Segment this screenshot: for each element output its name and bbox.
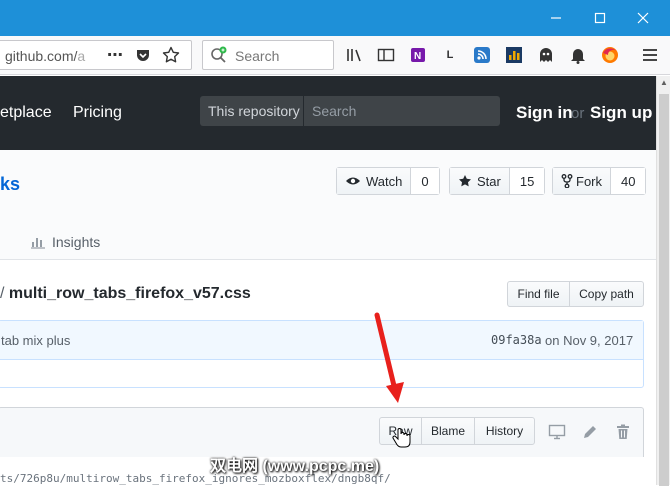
star-label: Star bbox=[477, 173, 501, 189]
watch-button[interactable]: Watch bbox=[337, 168, 412, 194]
sidebar-glyph bbox=[377, 48, 395, 62]
url-bar[interactable]: github.com/a ⋯ bbox=[0, 40, 192, 70]
commit-date: on Nov 9, 2017 bbox=[545, 333, 634, 348]
stats-glyph bbox=[506, 47, 522, 63]
svg-text:N: N bbox=[414, 51, 421, 62]
history-button[interactable]: History bbox=[474, 417, 535, 445]
star-icon bbox=[459, 175, 471, 187]
repo-search[interactable]: This repository Search bbox=[200, 96, 500, 126]
watch-label: Watch bbox=[366, 173, 403, 189]
url-path: a bbox=[77, 48, 86, 64]
extension-l-icon[interactable]: L bbox=[440, 45, 460, 65]
star-button-group: Star 15 bbox=[449, 167, 546, 195]
eye-icon bbox=[346, 177, 360, 185]
rss-feed-icon[interactable] bbox=[472, 45, 492, 65]
pocket-glyph bbox=[137, 50, 149, 61]
library-glyph bbox=[347, 49, 361, 62]
pocket-icon[interactable] bbox=[133, 45, 153, 65]
tab-insights[interactable]: Insights bbox=[30, 234, 100, 250]
desktop-glyph bbox=[548, 424, 566, 440]
repo-name-link[interactable]: ks bbox=[0, 174, 20, 195]
tab-insights-label: Insights bbox=[52, 234, 101, 250]
search-icon bbox=[211, 46, 227, 63]
search-scope-label: This repository bbox=[200, 96, 304, 126]
blame-button[interactable]: Blame bbox=[421, 417, 475, 445]
maximize-button[interactable] bbox=[579, 0, 621, 36]
hamburger-menu-icon[interactable] bbox=[640, 45, 660, 65]
ghost-extension-icon[interactable] bbox=[536, 45, 556, 65]
find-file-button[interactable]: Find file bbox=[507, 281, 570, 307]
github-header: etplace Pricing This repository Search S… bbox=[0, 76, 656, 150]
commit-tease: tab mix plus 09fa38a on Nov 9, 2017 bbox=[0, 320, 644, 388]
nav-marketplace[interactable]: etplace bbox=[0, 104, 52, 122]
library-icon[interactable] bbox=[345, 45, 365, 65]
window-titlebar bbox=[0, 0, 670, 36]
fork-icon bbox=[561, 174, 573, 188]
star-button[interactable]: Star bbox=[450, 168, 510, 194]
page-actions-icon[interactable]: ⋯ bbox=[105, 45, 125, 65]
star-outline-glyph bbox=[162, 46, 180, 63]
file-name: multi_row_tabs_firefox_v57.css bbox=[8, 285, 251, 302]
rss-glyph bbox=[474, 47, 490, 63]
search-placeholder: Search bbox=[235, 48, 280, 64]
close-icon bbox=[637, 12, 649, 24]
commit-sha[interactable]: 09fa38a bbox=[491, 333, 542, 347]
sign-up-link[interactable]: Sign up bbox=[590, 103, 652, 123]
minimize-button[interactable] bbox=[535, 0, 577, 36]
notifier-extension-icon[interactable] bbox=[568, 45, 588, 65]
browser-toolbar: github.com/a ⋯ Search N L bbox=[0, 36, 670, 75]
copy-path-button[interactable]: Copy path bbox=[569, 281, 644, 307]
watermark-text: 双电网 (www.pcpc.me) bbox=[210, 458, 380, 475]
fork-button[interactable]: Fork bbox=[553, 168, 611, 194]
ghost-glyph bbox=[540, 48, 552, 62]
fork-button-group: Fork 40 bbox=[552, 167, 647, 195]
maximize-icon bbox=[594, 12, 606, 24]
desktop-icon[interactable] bbox=[547, 422, 567, 442]
commit-message[interactable]: tab mix plus bbox=[1, 333, 70, 348]
raw-button[interactable]: Raw bbox=[379, 417, 422, 445]
trash-glyph bbox=[617, 424, 629, 439]
fork-label: Fork bbox=[576, 173, 602, 189]
star-count[interactable]: 15 bbox=[509, 168, 545, 194]
watch-count[interactable]: 0 bbox=[411, 168, 439, 194]
url-text: github.com/a bbox=[5, 48, 85, 64]
or-separator: or bbox=[571, 105, 585, 122]
sign-in-link[interactable]: Sign in bbox=[516, 103, 573, 123]
graph-icon bbox=[31, 238, 45, 249]
nav-pricing[interactable]: Pricing bbox=[73, 104, 122, 122]
trash-icon[interactable] bbox=[613, 422, 633, 442]
file-actions-header: Raw Blame History bbox=[0, 407, 644, 457]
firefox-glyph bbox=[602, 47, 618, 63]
file-breadcrumb: / multi_row_tabs_firefox_v57.css bbox=[0, 285, 251, 303]
onenote-icon[interactable]: N bbox=[408, 45, 428, 65]
bookmark-star-icon[interactable] bbox=[161, 45, 181, 65]
pencil-glyph bbox=[584, 426, 596, 438]
url-host: github.com/ bbox=[5, 48, 78, 64]
scroll-thumb[interactable] bbox=[659, 94, 669, 486]
minimize-icon bbox=[551, 17, 561, 19]
sidebar-icon[interactable] bbox=[376, 45, 396, 65]
commit-summary-row: tab mix plus 09fa38a on Nov 9, 2017 bbox=[0, 321, 643, 360]
firefox-account-icon[interactable] bbox=[600, 45, 620, 65]
page-scrollbar[interactable]: ▲ bbox=[656, 76, 670, 486]
stats-extension-icon[interactable] bbox=[504, 45, 524, 65]
pencil-icon[interactable] bbox=[580, 422, 600, 442]
watch-button-group: Watch 0 bbox=[336, 167, 440, 195]
repo-header: ks Watch 0 Star 15 Fork 40 Insights bbox=[0, 150, 656, 260]
repo-search-input[interactable]: Search bbox=[312, 96, 356, 126]
onenote-glyph: N bbox=[411, 48, 425, 62]
scroll-up-arrow-icon[interactable]: ▲ bbox=[657, 78, 670, 90]
path-separator: / bbox=[0, 285, 5, 302]
close-window-button[interactable] bbox=[622, 0, 664, 36]
menu-glyph bbox=[643, 49, 657, 61]
bell-glyph bbox=[571, 49, 585, 64]
browser-search-bar[interactable]: Search bbox=[202, 40, 334, 70]
fork-count[interactable]: 40 bbox=[611, 168, 646, 194]
